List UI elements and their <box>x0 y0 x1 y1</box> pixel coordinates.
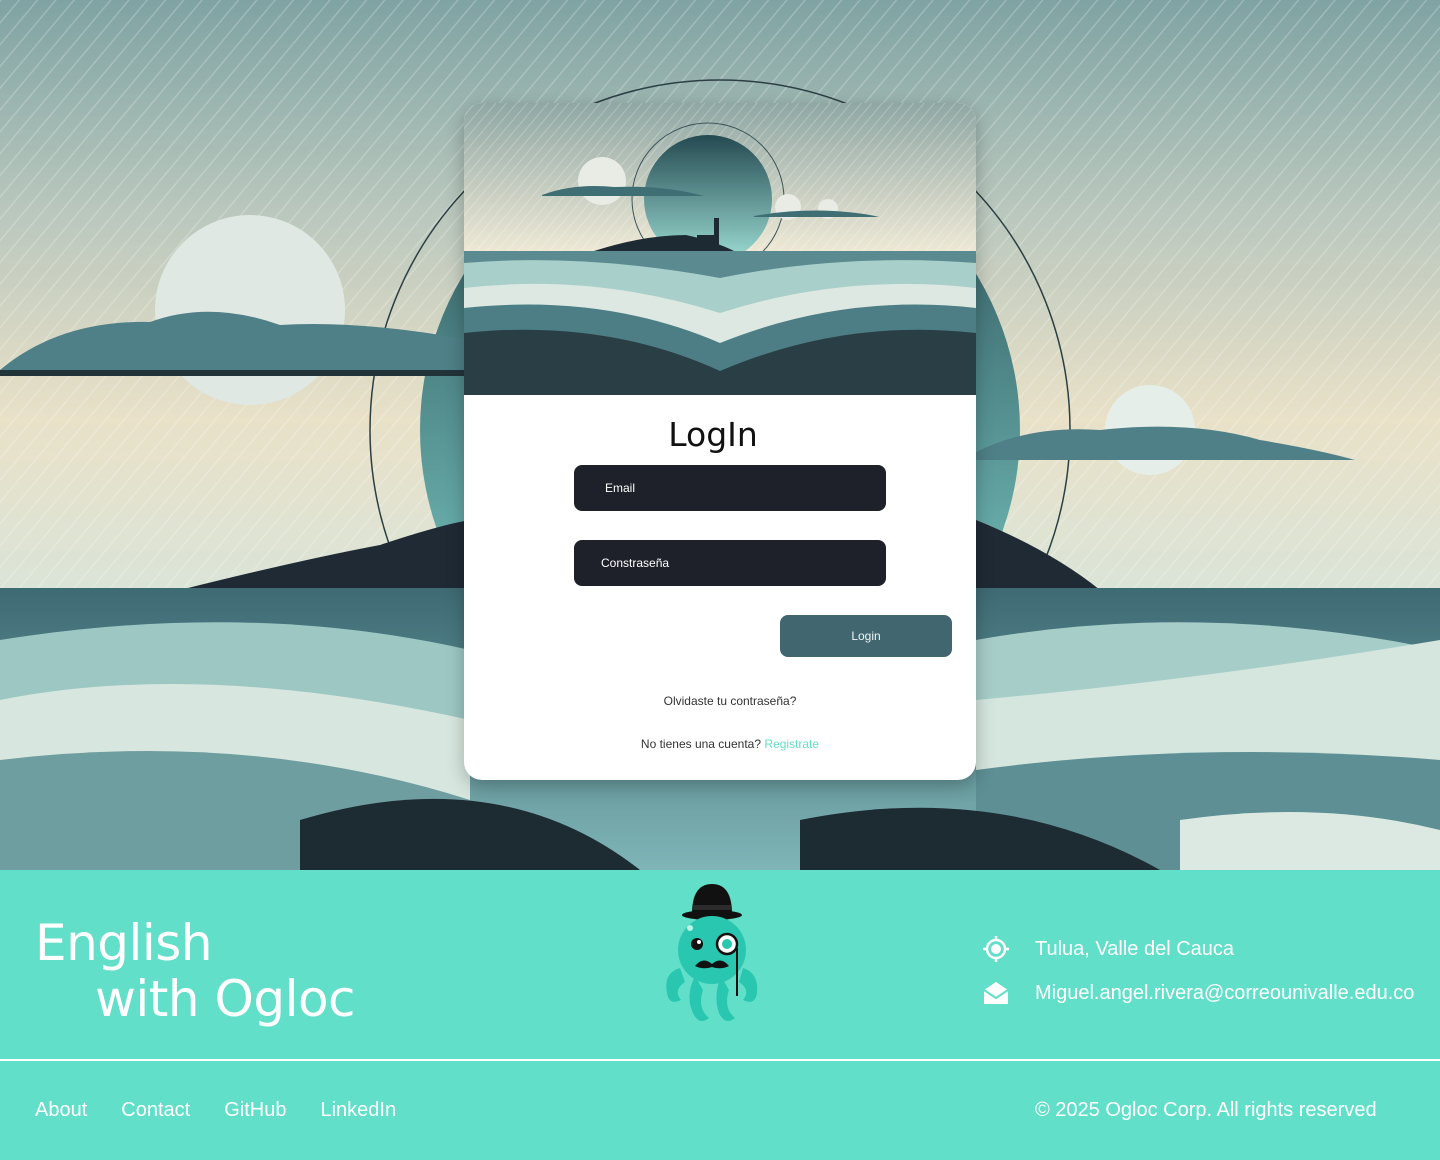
email-text[interactable]: Miguel.angel.rivera@correounivalle.edu.c… <box>1035 982 1414 1005</box>
nav-github-link[interactable]: GitHub <box>224 1099 286 1122</box>
nav-contact-link[interactable]: Contact <box>121 1099 190 1122</box>
octopus-mascot-icon <box>666 884 758 1022</box>
password-input[interactable] <box>574 540 886 586</box>
nav-linkedin-link[interactable]: LinkedIn <box>320 1099 396 1122</box>
login-card: LogIn Login Olvidaste tu contraseña? No … <box>464 103 976 780</box>
login-button[interactable]: Login <box>780 615 952 657</box>
copyright-text: © 2025 Ogloc Corp. All rights reserved <box>1035 1099 1377 1121</box>
forgot-password-link[interactable]: Olvidaste tu contraseña? <box>464 694 976 708</box>
register-link[interactable]: Registrate <box>764 737 819 751</box>
contact-location: Tulua, Valle del Cauca <box>980 933 1234 965</box>
no-account-text: No tienes una cuenta? <box>640 737 762 751</box>
footer-bottom: About Contact GitHub LinkedIn © 2025 Ogl… <box>0 1061 1440 1160</box>
footer-top: English with Ogloc Tulua, Valle del Cauc… <box>0 870 1440 1060</box>
nav-about-link[interactable]: About <box>35 1099 87 1122</box>
email-input[interactable] <box>574 465 886 511</box>
envelope-icon <box>980 977 1012 1009</box>
login-title: LogIn <box>668 415 758 454</box>
location-text: Tulua, Valle del Cauca <box>1035 937 1235 960</box>
contact-email: Miguel.angel.rivera@correounivalle.edu.c… <box>980 977 1414 1009</box>
brand-title-line2: with Ogloc <box>95 970 356 1028</box>
footer-nav: About Contact GitHub LinkedIn <box>35 1099 430 1122</box>
brand-title-line1: English <box>35 914 213 972</box>
location-target-icon <box>980 933 1012 965</box>
signup-prompt: No tienes una cuenta? Registrate <box>464 737 976 751</box>
card-header-illustration <box>464 103 976 395</box>
